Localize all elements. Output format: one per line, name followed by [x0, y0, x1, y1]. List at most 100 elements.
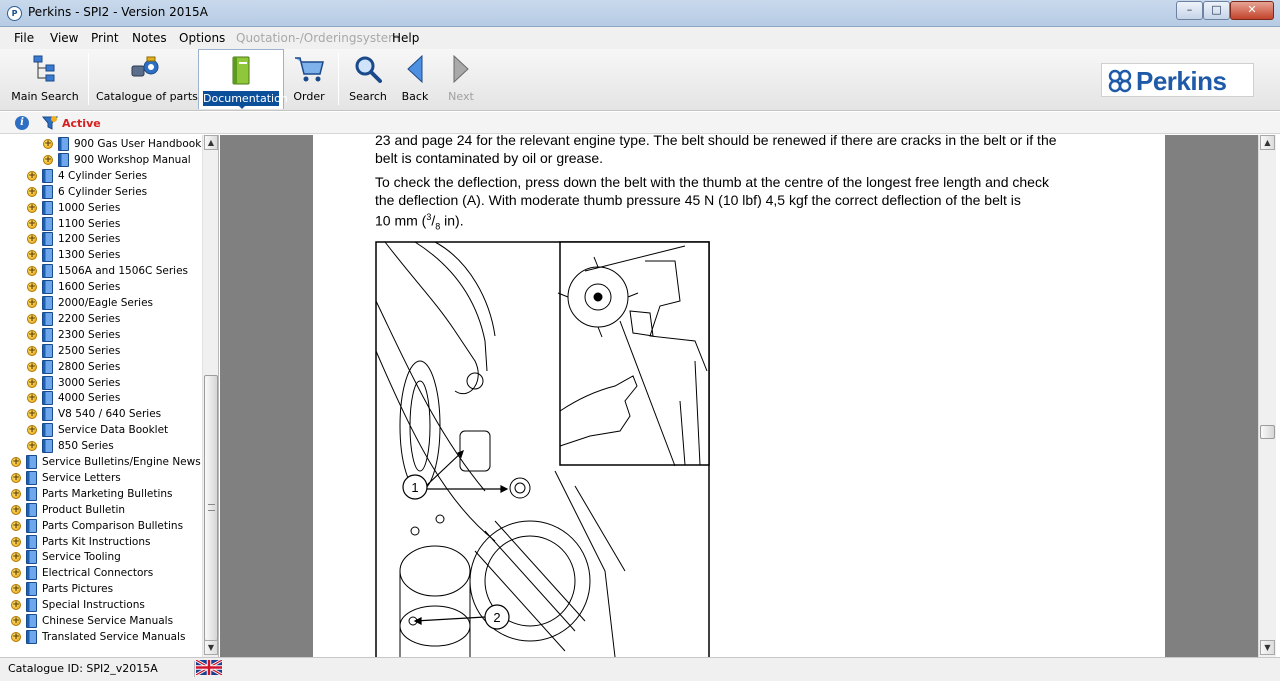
tree-item-label: Parts Comparison Bulletins [42, 519, 184, 532]
document-scroll-up-arrow[interactable]: ▲ [1260, 135, 1275, 150]
tree-scrollbar[interactable]: ▲ ▼ [202, 135, 218, 657]
book-icon [42, 216, 53, 231]
menu-notes[interactable]: Notes [132, 31, 167, 45]
expand-icon[interactable]: + [27, 298, 37, 308]
document-scroll-down-arrow[interactable]: ▼ [1260, 640, 1275, 655]
book-icon [26, 614, 37, 628]
expand-icon[interactable]: + [11, 600, 21, 611]
maximize-button[interactable]: □ [1203, 1, 1230, 20]
expand-icon[interactable]: + [11, 584, 21, 595]
navigation-tree: +900 Gas User Handbook +900 Workshop Manu… [0, 135, 219, 657]
expand-icon[interactable]: + [11, 568, 21, 579]
expand-icon[interactable]: + [27, 409, 37, 420]
document-viewer[interactable]: 23 and page 24 for the relevant engine t… [220, 135, 1260, 657]
menu-print[interactable]: Print [91, 31, 119, 45]
book-icon [26, 534, 37, 549]
menu-quotation[interactable]: Quotation-/Orderingsystem [236, 31, 400, 45]
expand-icon[interactable]: + [11, 616, 21, 626]
catalogue-id: Catalogue ID: SPI2_v2015A [8, 662, 158, 675]
expand-icon[interactable]: + [27, 313, 37, 324]
menu-options[interactable]: Options [179, 31, 225, 45]
expand-icon[interactable]: + [11, 488, 21, 499]
book-icon [26, 598, 37, 613]
document-scroll-thumb[interactable] [1260, 425, 1275, 439]
book-icon [26, 486, 37, 501]
book-icon [42, 311, 53, 326]
book-icon [42, 407, 53, 422]
book-icon [42, 391, 53, 406]
expand-icon[interactable]: + [11, 536, 21, 547]
status-bar: Catalogue ID: SPI2_v2015A [0, 657, 1280, 681]
tree-item-label: Service Tooling [42, 551, 121, 564]
expand-icon[interactable]: + [11, 520, 21, 531]
expand-icon[interactable]: + [27, 361, 37, 372]
book-icon [26, 518, 37, 533]
search-button[interactable]: Search [346, 49, 390, 109]
catalogue-button[interactable]: Catalogue of parts [96, 49, 198, 109]
tree-item-label: 1300 Series [58, 249, 121, 262]
tree-item-label: Service Data Booklet [58, 424, 169, 437]
expand-icon[interactable]: + [27, 170, 37, 181]
tree-item-label: 850 Series [58, 440, 114, 453]
expand-icon[interactable]: + [27, 329, 37, 340]
tree-item-label: 2800 Series [58, 360, 121, 373]
document-page: 23 and page 24 for the relevant engine t… [313, 135, 1165, 657]
expand-icon[interactable]: + [27, 393, 37, 404]
tree-scroll-thumb[interactable] [204, 375, 218, 641]
perkins-logo: Perkins [1101, 63, 1254, 97]
expand-icon[interactable]: + [27, 250, 37, 261]
title-bar: P Perkins - SPI2 - Version 2015A – □ ✕ [0, 0, 1280, 27]
tree-scroll-down-arrow[interactable]: ▼ [204, 640, 218, 655]
book-icon [42, 296, 53, 310]
shopping-cart-icon [295, 57, 324, 82]
expand-icon[interactable]: + [27, 218, 37, 229]
menu-file[interactable]: File [14, 31, 34, 45]
main-search-button[interactable]: Main Search [10, 49, 80, 109]
minimize-button[interactable]: – [1176, 1, 1203, 20]
menu-help[interactable]: Help [392, 31, 419, 45]
menu-view[interactable]: View [50, 31, 78, 45]
filter-funnel-icon[interactable] [42, 115, 58, 131]
text-line: the deflection (A). With moderate thumb … [375, 191, 1021, 208]
expand-icon[interactable]: + [11, 552, 21, 563]
document-scrollbar[interactable]: ▲ ▼ [1258, 135, 1276, 657]
perkins-mark-icon [1108, 69, 1132, 93]
documentation-button[interactable]: Documentation [198, 49, 288, 109]
expand-icon[interactable]: + [27, 282, 37, 293]
tree-item-label: 6 Cylinder Series [58, 185, 148, 198]
back-arrow-icon [407, 54, 423, 84]
book-icon [42, 280, 53, 295]
expand-icon[interactable]: + [27, 186, 37, 197]
close-button[interactable]: ✕ [1230, 1, 1274, 20]
expand-icon[interactable]: + [27, 266, 37, 277]
book-icon [58, 137, 69, 151]
expand-icon[interactable]: + [27, 425, 37, 436]
expand-icon[interactable]: + [11, 631, 21, 642]
book-icon [42, 359, 53, 374]
next-label: Next [448, 90, 474, 103]
back-button[interactable]: Back [398, 49, 432, 109]
tree-item-label: 3000 Series [58, 376, 121, 389]
toolbar-separator [88, 53, 89, 105]
filter-status-label[interactable]: Active [62, 117, 101, 130]
info-icon[interactable]: i [15, 116, 29, 130]
toolbar-separator [338, 53, 339, 105]
expand-icon[interactable]: + [27, 441, 37, 452]
tree-scroll-up-arrow[interactable]: ▲ [204, 135, 218, 150]
expand-icon[interactable]: + [27, 345, 37, 356]
back-label: Back [401, 90, 429, 103]
expand-icon[interactable]: + [11, 457, 21, 467]
expand-icon[interactable]: + [11, 472, 21, 483]
next-button[interactable]: Next [444, 49, 478, 109]
tree-item-label: 2000/Eagle Series [58, 297, 153, 309]
uk-flag-icon[interactable] [196, 660, 222, 675]
order-button[interactable]: Order [288, 49, 330, 109]
active-tab-pointer [236, 103, 248, 109]
expand-icon[interactable]: + [27, 234, 37, 245]
expand-icon[interactable]: + [11, 504, 21, 515]
expand-icon[interactable]: + [27, 377, 37, 388]
expand-icon[interactable]: + [43, 139, 53, 149]
expand-icon[interactable]: + [43, 154, 53, 165]
belt-deflection-illustration: 1 2 [375, 241, 710, 657]
expand-icon[interactable]: + [27, 202, 37, 213]
